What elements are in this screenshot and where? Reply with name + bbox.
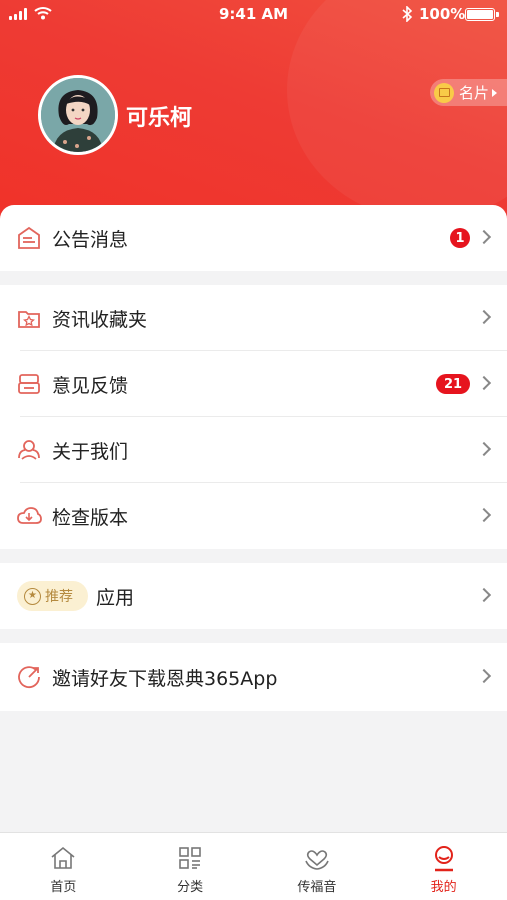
announcement-icon [18,226,40,249]
avatar[interactable] [38,75,118,155]
menu-item-label: 公告消息 [52,228,129,251]
unread-badge: 21 [436,374,470,394]
tab-home[interactable]: 首页 [0,833,127,900]
menu-item-invite[interactable]: 邀请好友下载恩典365App [0,643,507,711]
business-card-label: 名片 [459,84,490,102]
bottom-tab-bar: 首页 分类 传福音 我的 [0,832,507,900]
about-us-icon [18,440,40,460]
menu-item-feedback[interactable]: 意见反馈 21 [0,351,507,417]
menu-item-announcements[interactable]: 公告消息 1 [0,205,507,271]
chevron-right-icon [476,507,492,523]
tab-mine[interactable]: 我的 [380,833,507,900]
profile-icon [434,846,453,872]
unread-badge: 1 [450,228,470,248]
star-icon: ★ [24,587,41,605]
id-card-icon [434,82,454,103]
bluetooth-icon [402,6,413,22]
tab-label: 分类 [177,880,204,895]
recommended-tag-label: 推荐 [45,589,73,605]
battery-percent: 100% [419,5,466,23]
username: 可乐柯 [126,106,193,131]
chevron-right-icon [476,309,492,325]
chevron-right-icon [476,375,492,391]
folder-star-icon [18,311,40,328]
avatar-portrait-icon [41,78,115,152]
chevron-right-icon [476,587,492,603]
menu-item-favorites[interactable]: 资讯收藏夹 [0,285,507,351]
tab-label: 传福音 [297,880,337,895]
status-time: 9:41 AM [218,5,289,23]
tab-evangelize[interactable]: 传福音 [254,833,381,900]
business-card-button[interactable]: 名片 [430,79,507,106]
chevron-right-icon [476,668,492,684]
main-menu-section: 资讯收藏夹 意见反馈 21 关于我们 检查版本 [0,285,507,549]
feedback-icon [18,374,40,394]
chevron-right-icon [476,229,492,245]
category-grid-icon [179,847,201,869]
heart-hands-icon [305,850,329,870]
menu-item-label: 资讯收藏夹 [52,308,148,331]
battery-icon [465,8,499,21]
home-icon [51,846,75,869]
invite-section: 邀请好友下载恩典365App [0,643,507,711]
announcements-section: 公告消息 1 [0,205,507,271]
menu-item-check-version[interactable]: 检查版本 [0,483,507,549]
tab-label: 首页 [50,880,77,895]
invite-share-icon [18,666,40,689]
menu-item-apps[interactable]: ★ 推荐 应用 [0,563,507,629]
menu-item-label: 检查版本 [52,506,129,529]
caret-right-icon [492,88,498,97]
tab-label: 我的 [430,880,457,895]
recommended-tag: ★ 推荐 [17,581,88,611]
tab-category[interactable]: 分类 [127,833,254,900]
menu-item-label: 邀请好友下载恩典365App [52,667,278,690]
cloud-update-icon [17,507,42,524]
status-bar: 9:41 AM 100% [0,0,507,30]
profile-header: 9:41 AM 100% 可乐柯 名片 [0,0,507,240]
menu-item-about[interactable]: 关于我们 [0,417,507,483]
menu-item-label: 意见反馈 [52,374,129,397]
chevron-right-icon [476,441,492,457]
apps-section: ★ 推荐 应用 [0,563,507,629]
menu-item-label: 关于我们 [52,440,129,463]
menu-item-label: 应用 [96,586,135,609]
